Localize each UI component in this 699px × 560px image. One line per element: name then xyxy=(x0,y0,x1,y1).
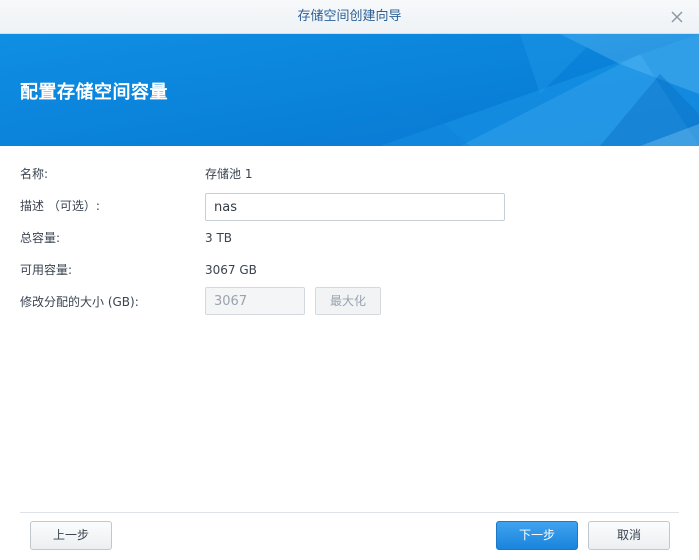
name-row: 名称: 存储池 1 xyxy=(0,158,699,190)
available-capacity-label: 可用容量: xyxy=(20,263,73,277)
available-capacity-value: 3067 GB xyxy=(205,263,257,277)
name-value: 存储池 1 xyxy=(205,167,253,181)
name-label: 名称: xyxy=(20,167,49,181)
back-button[interactable]: 上一步 xyxy=(30,521,112,550)
allocated-size-input[interactable] xyxy=(205,287,305,315)
allocated-size-label: 修改分配的大小 (GB): xyxy=(20,295,139,309)
total-capacity-value: 3 TB xyxy=(205,231,233,245)
footer-divider xyxy=(20,512,679,513)
close-icon[interactable] xyxy=(669,9,685,25)
maximize-button[interactable]: 最大化 xyxy=(315,287,381,315)
wizard-window: 存储空间创建向导 配置存储空间容量 名称: 存储池 1 描述 （可选）: nas… xyxy=(0,0,699,560)
header-banner: 配置存储空间容量 xyxy=(0,34,699,146)
total-capacity-row: 总容量: 3 TB xyxy=(0,222,699,254)
window-title: 存储空间创建向导 xyxy=(297,9,402,24)
allocated-size-row: 修改分配的大小 (GB): 最大化 xyxy=(0,286,699,318)
description-row: 描述 （可选）: xyxy=(0,190,699,222)
available-capacity-row: 可用容量: 3067 GB xyxy=(0,254,699,286)
page-heading: 配置存储空间容量 xyxy=(20,82,168,103)
description-label: 描述 （可选）: xyxy=(20,199,100,213)
description-input[interactable] xyxy=(205,193,505,221)
next-button[interactable]: 下一步 xyxy=(496,521,578,550)
cancel-button[interactable]: 取消 xyxy=(588,521,670,550)
total-capacity-label: 总容量: xyxy=(20,231,61,245)
title-bar: 存储空间创建向导 xyxy=(0,0,699,34)
